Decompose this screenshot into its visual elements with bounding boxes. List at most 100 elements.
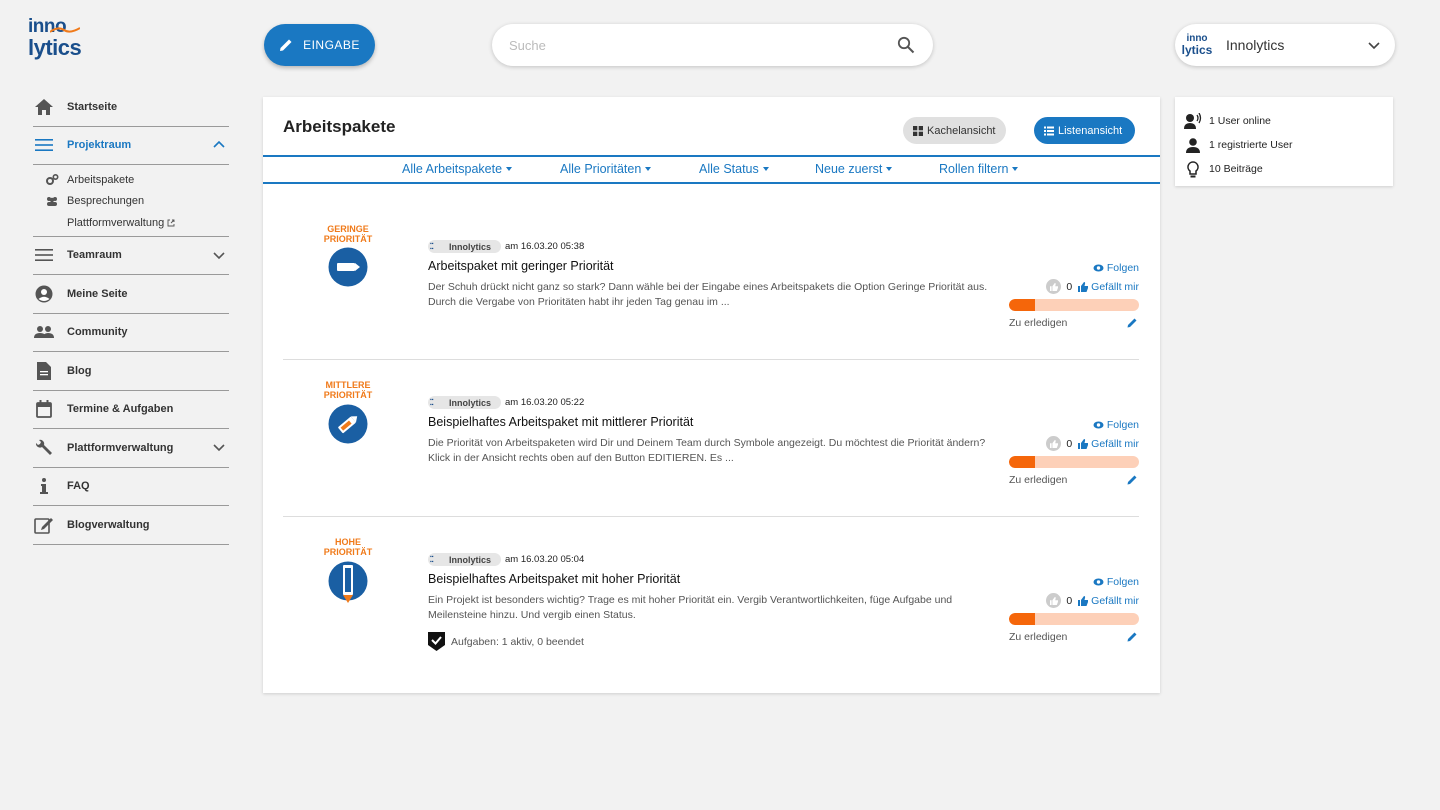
- sidebar-item-teamraum[interactable]: Teamraum: [33, 237, 229, 275]
- edit-pencil-icon[interactable]: [1127, 632, 1137, 642]
- sidebar-item-community[interactable]: Community: [33, 314, 229, 352]
- projektraum-submenu: Arbeitspakete Besprechungen Plattformver…: [33, 165, 229, 237]
- post-title[interactable]: Beispielhaftes Arbeitspaket mit hoher Pr…: [428, 572, 680, 586]
- eye-icon: [1093, 578, 1104, 586]
- sidebar-item-blogverwaltung[interactable]: Blogverwaltung: [33, 506, 229, 545]
- avatar-logo-line2: lytics: [1181, 43, 1213, 57]
- edit-pencil-icon[interactable]: [1127, 475, 1137, 485]
- likes-count: 0: [1066, 280, 1073, 293]
- account-name: Innolytics: [1226, 37, 1285, 53]
- progress-fill: [1009, 299, 1035, 311]
- sidebar-item-projektraum[interactable]: Projektraum: [33, 127, 229, 165]
- likes-count-icon: [1046, 593, 1062, 608]
- likes-count-icon: [1046, 436, 1062, 451]
- author-name: Innolytics: [449, 241, 492, 252]
- shield-check-icon: [428, 632, 445, 651]
- list-view-label: Listenansicht: [1058, 124, 1123, 137]
- status-label: Zu erledigen: [1009, 317, 1068, 329]
- eye-icon: [1093, 421, 1104, 429]
- stat-online: 1 User online: [1184, 112, 1271, 130]
- post-excerpt: Der Schuh drückt nicht ganz so stark? Da…: [428, 281, 988, 308]
- post-date: am 16.03.20 05:38: [505, 241, 585, 252]
- author-chip[interactable]: ▪▪ ▪▪ Innolytics: [428, 553, 502, 566]
- post-excerpt: Ein Projekt ist besonders wichtig? Trage…: [428, 594, 953, 621]
- document-icon: [34, 361, 54, 381]
- post-meta: ▪▪ ▪▪ Innolytics am 16.03.20 05:22: [428, 396, 584, 409]
- filter-arbeitspakete[interactable]: Alle Arbeitspakete: [402, 162, 513, 176]
- pencil-icon: [280, 39, 292, 51]
- low-priority-pencil-icon: [328, 247, 368, 287]
- like-label: Gefällt mir: [1091, 594, 1139, 607]
- likes: 0 Gefällt mir: [1046, 279, 1139, 294]
- sidebar-item-label: FAQ: [67, 480, 90, 493]
- innolytics-logo[interactable]: inno lytics: [28, 17, 88, 64]
- follow-label: Folgen: [1106, 576, 1139, 588]
- edit-note-icon: [34, 515, 54, 535]
- follow-button[interactable]: Folgen: [1093, 419, 1139, 431]
- sidebar-item-meine-seite[interactable]: Meine Seite: [33, 275, 229, 314]
- search-icon[interactable]: [897, 36, 915, 54]
- like-button[interactable]: Gefällt mir: [1078, 281, 1139, 293]
- search-input[interactable]: [509, 35, 869, 55]
- progress-fill: [1009, 456, 1035, 468]
- likes-count: 0: [1066, 594, 1073, 607]
- filter-status[interactable]: Alle Status: [699, 162, 769, 176]
- menu-icon: [34, 245, 54, 265]
- filter-label: Alle Arbeitspakete: [402, 162, 503, 176]
- sidebar-item-termine-aufgaben[interactable]: Termine & Aufgaben: [33, 391, 229, 429]
- stat-registered: 1 registrierte User: [1184, 136, 1292, 154]
- sidebar-item-blog[interactable]: Blog: [33, 352, 229, 391]
- sidebar: Startseite Projektraum Arbeitspakete Bes…: [33, 88, 229, 545]
- chevron-down-icon[interactable]: [213, 441, 225, 453]
- like-button[interactable]: Gefällt mir: [1078, 438, 1139, 450]
- likes: 0 Gefällt mir: [1046, 593, 1139, 608]
- filter-sortierung[interactable]: Neue zuerst: [815, 162, 893, 176]
- chevron-down-icon[interactable]: [213, 249, 225, 261]
- list-item: MITTLERE PRIORITÄT ▪▪ ▪▪ Innolytics am 16.0…: [283, 360, 1139, 517]
- edit-pencil-icon[interactable]: [1127, 318, 1137, 328]
- caret-down-icon: [762, 167, 769, 171]
- author-chip[interactable]: ▪▪ ▪▪ Innolytics: [428, 396, 502, 409]
- filter-label: Alle Prioritäten: [560, 162, 642, 176]
- tile-view-button[interactable]: Kachelansicht: [903, 117, 1006, 144]
- eingabe-button[interactable]: EINGABE: [264, 24, 375, 66]
- list-view-button[interactable]: Listenansicht: [1034, 117, 1135, 144]
- follow-button[interactable]: Folgen: [1093, 262, 1139, 274]
- filter-prioritaeten[interactable]: Alle Prioritäten: [560, 162, 652, 176]
- menu-icon: [34, 135, 54, 155]
- list-icon: [1044, 126, 1054, 135]
- sidebar-item-label: Community: [67, 326, 128, 339]
- eingabe-button-label: EINGABE: [303, 38, 360, 52]
- follow-button[interactable]: Folgen: [1093, 576, 1139, 588]
- filter-label: Alle Status: [699, 162, 759, 176]
- sidebar-subitem-plattformverwaltung[interactable]: Plattformverwaltung: [33, 212, 229, 234]
- sidebar-item-label: Teamraum: [67, 249, 122, 262]
- filter-rollen[interactable]: Rollen filtern: [939, 162, 1019, 176]
- account-menu[interactable]: inno lytics Innolytics: [1175, 24, 1395, 66]
- sidebar-subitem-besprechungen[interactable]: Besprechungen: [33, 191, 229, 213]
- thumbs-up-icon: [1078, 438, 1089, 449]
- sidebar-item-plattformverwaltung[interactable]: Plattformverwaltung: [33, 429, 229, 468]
- cogs-icon: [45, 174, 59, 186]
- sidebar-item-label: Blogverwaltung: [67, 518, 150, 531]
- sidebar-item-label: Plattformverwaltung: [67, 441, 174, 454]
- thumbs-up-icon: [1078, 595, 1089, 606]
- avatar: inno lytics: [1177, 25, 1217, 65]
- post-title[interactable]: Beispielhaftes Arbeitspaket mit mittlere…: [428, 415, 693, 429]
- author-logo-icon: ▪▪ ▪▪: [430, 240, 434, 252]
- sidebar-subitem-arbeitspakete[interactable]: Arbeitspakete: [33, 169, 229, 191]
- sidebar-item-startseite[interactable]: Startseite: [33, 88, 229, 127]
- eye-icon: [1093, 264, 1104, 272]
- author-chip[interactable]: ▪▪ ▪▪ Innolytics: [428, 240, 502, 253]
- tasks-label: Aufgaben: 1 aktiv, 0 beendet: [451, 635, 584, 648]
- post-date: am 16.03.20 05:04: [505, 554, 585, 565]
- sidebar-item-label: Termine & Aufgaben: [67, 403, 174, 416]
- chevron-up-icon[interactable]: [213, 139, 225, 151]
- chevron-down-icon[interactable]: [1368, 39, 1380, 51]
- sidebar-item-faq[interactable]: FAQ: [33, 468, 229, 506]
- like-button[interactable]: Gefällt mir: [1078, 595, 1139, 607]
- filter-bar: Alle Arbeitspakete Alle Prioritäten Alle…: [263, 155, 1160, 184]
- filter-label: Rollen filtern: [939, 162, 1009, 176]
- post-title[interactable]: Arbeitspaket mit geringer Priorität: [428, 259, 614, 273]
- tile-view-label: Kachelansicht: [927, 124, 996, 137]
